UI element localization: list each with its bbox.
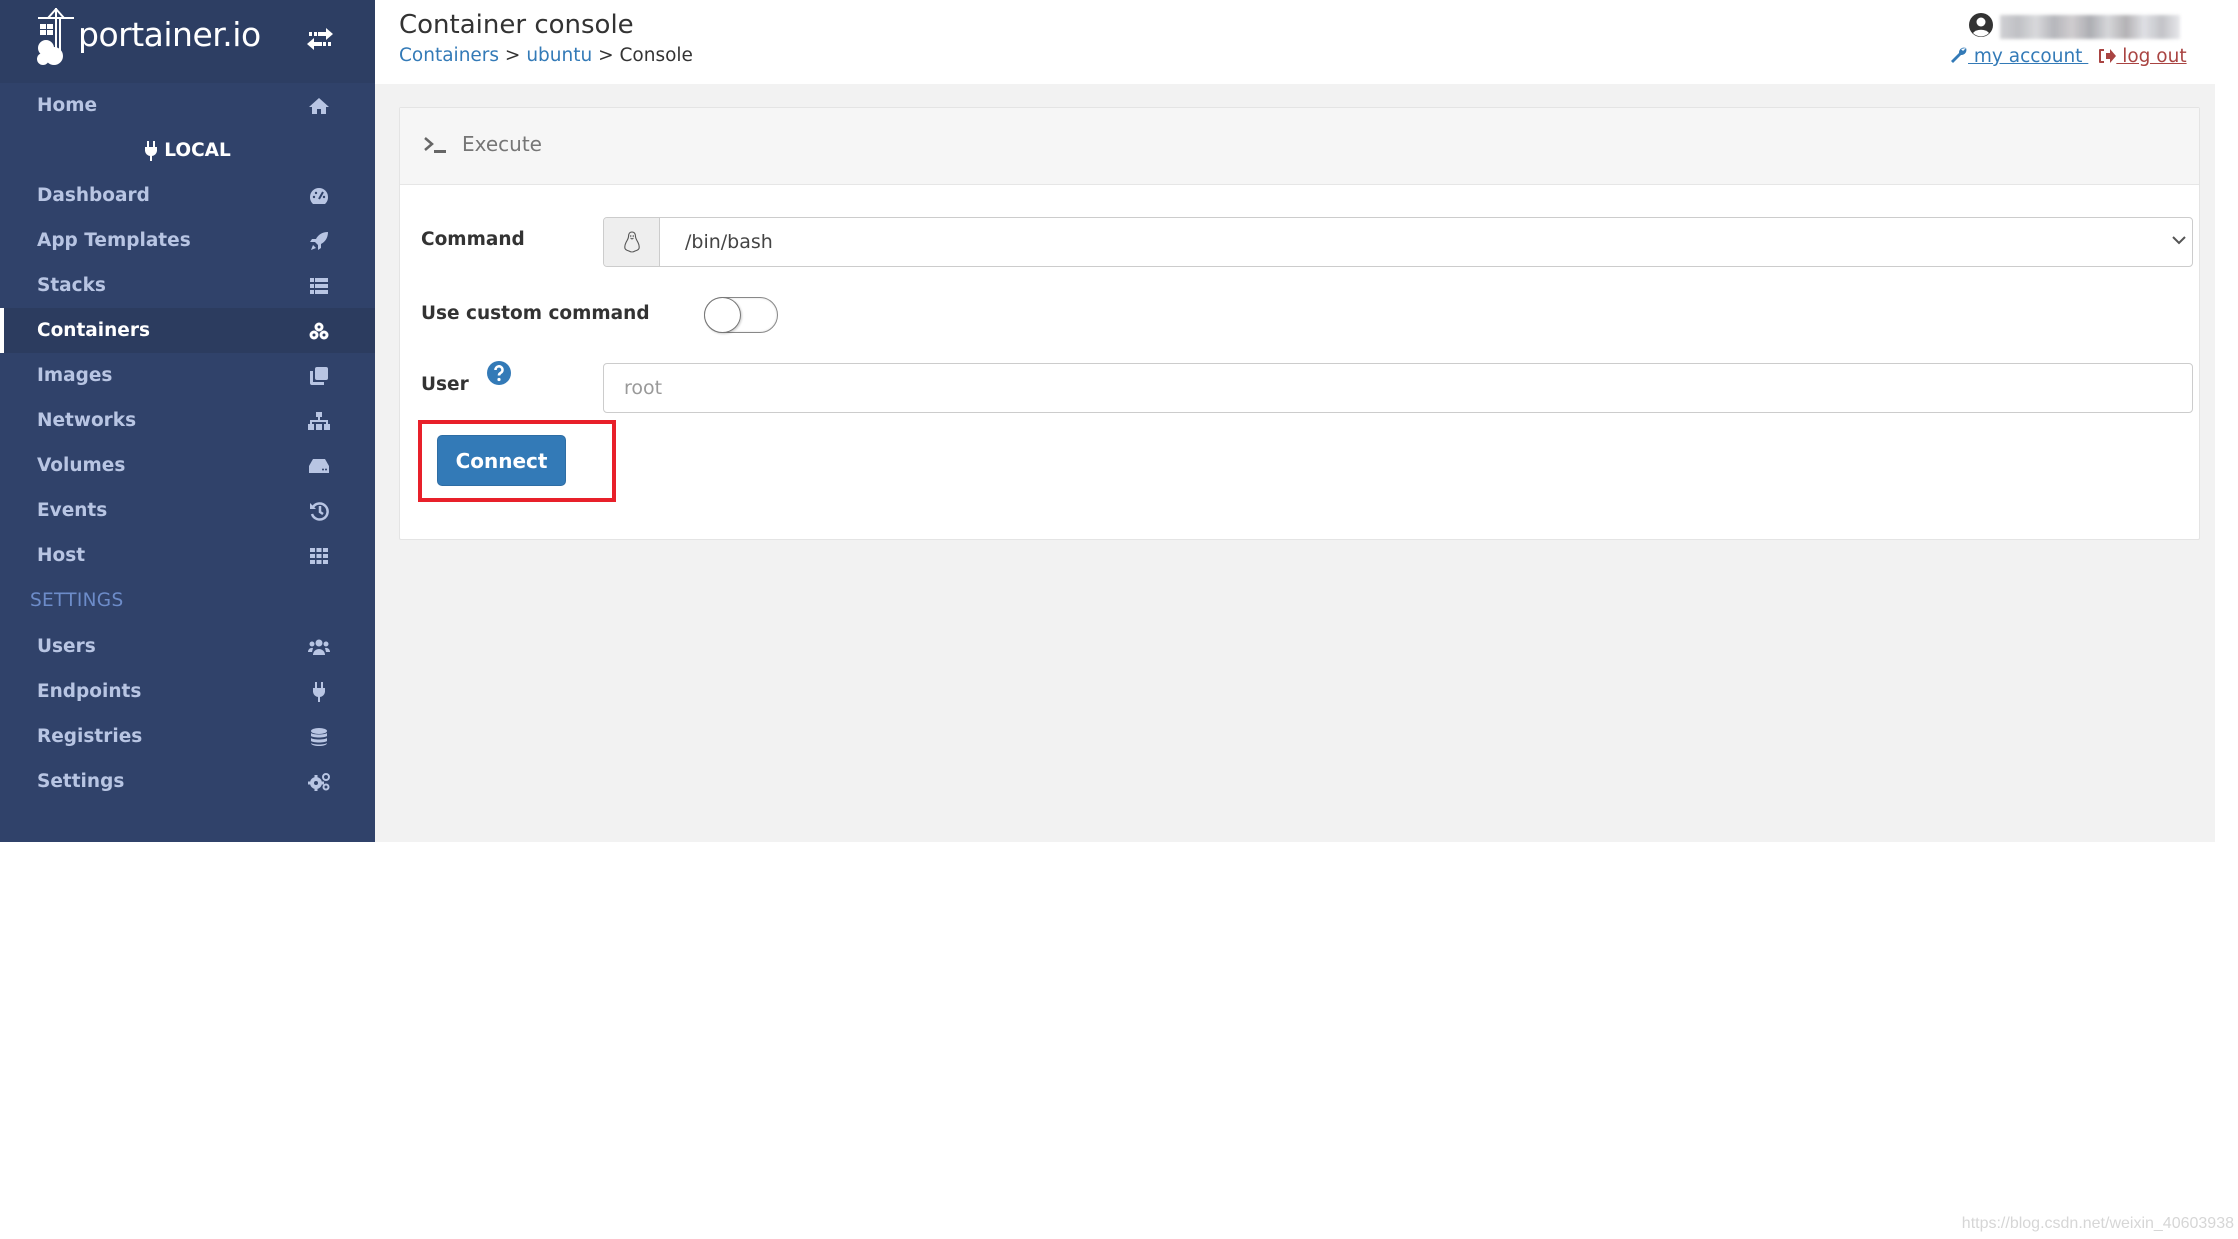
plug-icon (308, 681, 330, 703)
hdd-icon (308, 455, 330, 477)
users-icon (308, 636, 330, 658)
sidebar-item-events[interactable]: Events (0, 488, 375, 533)
clone-icon (308, 365, 330, 387)
sidebar-item-label: Users (37, 636, 96, 657)
question-circle-icon[interactable] (486, 360, 512, 386)
sidebar-item-label: Networks (37, 410, 137, 431)
portainer-crane-icon (37, 8, 74, 65)
sidebar-item-registries[interactable]: Registries (0, 714, 375, 759)
panel-title: Execute (462, 132, 542, 156)
terminal-icon (424, 137, 446, 153)
sidebar-item-users[interactable]: Users (0, 624, 375, 669)
wrench-icon (1951, 47, 1967, 63)
th-icon (308, 545, 330, 567)
sidebar-item-images[interactable]: Images (0, 353, 375, 398)
sidebar-item-label: Registries (37, 726, 143, 747)
user-block: my account log out (1950, 10, 2190, 76)
sidebar-item-label: App Templates (37, 230, 191, 251)
command-select-group: /bin/bash (603, 217, 2193, 267)
sidebar-item-home[interactable]: Home (0, 83, 375, 128)
command-select-value: /bin/bash (685, 231, 773, 253)
home-icon (308, 95, 330, 117)
sidebar-item-stacks[interactable]: Stacks (0, 263, 375, 308)
page-title: Container console (399, 10, 634, 40)
breadcrumb-separator: > (499, 45, 527, 66)
cubes-icon (308, 320, 330, 342)
breadcrumb: Containers > ubuntu > Console (399, 45, 693, 66)
sidebar: portainer.io Home LOCAL Dashboard App Te… (0, 0, 375, 842)
sidebar-item-label: Stacks (37, 275, 106, 296)
watermark: https://blog.csdn.net/weixin_40603938 (1961, 1215, 2234, 1232)
sidebar-item-volumes[interactable]: Volumes (0, 443, 375, 488)
sidebar-item-label: Endpoints (37, 681, 142, 702)
page-header: Container console Containers > ubuntu > … (375, 0, 2238, 84)
history-icon (308, 500, 330, 522)
sidebar-item-label: Settings (37, 771, 125, 792)
sidebar-item-label: Images (37, 365, 113, 386)
connect-button[interactable]: Connect (437, 435, 566, 486)
sign-out-icon (2099, 49, 2117, 63)
chevron-down-icon (2172, 236, 2186, 245)
main-content: Execute Command /bin/bash Use custom com… (375, 84, 2215, 842)
brand-name: portainer.io (78, 14, 261, 54)
breadcrumb-current: Console (619, 45, 693, 66)
log-out-link[interactable]: log out (2116, 46, 2186, 67)
sidebar-item-containers[interactable]: Containers (0, 308, 375, 353)
sidebar-item-networks[interactable]: Networks (0, 398, 375, 443)
sidebar-item-app-templates[interactable]: App Templates (0, 218, 375, 263)
toggle-knob (704, 297, 741, 333)
portainer-logo[interactable]: portainer.io (36, 4, 261, 70)
sidebar-item-endpoints[interactable]: Endpoints (0, 669, 375, 714)
execute-panel: Execute Command /bin/bash Use custom com… (399, 107, 2200, 540)
panel-heading: Execute (400, 108, 2199, 185)
endpoint-name: LOCAL (0, 128, 375, 173)
sidebar-item-label: Containers (37, 320, 150, 341)
breadcrumb-separator: > (592, 45, 620, 66)
endpoint-label: LOCAL (164, 140, 231, 161)
sidebar-item-label: Events (37, 500, 108, 521)
sidebar-item-dashboard[interactable]: Dashboard (0, 173, 375, 218)
tachometer-icon (308, 185, 330, 207)
sidebar-header: portainer.io (0, 0, 375, 83)
sidebar-item-host[interactable]: Host (0, 533, 375, 578)
sidebar-section-settings: SETTINGS (30, 590, 124, 611)
plug-icon (145, 140, 158, 161)
user-input[interactable] (603, 363, 2193, 413)
sidebar-item-label: Home (37, 95, 98, 116)
sidebar-item-label: Volumes (37, 455, 126, 476)
command-select[interactable]: /bin/bash (660, 218, 2192, 266)
sidebar-item-settings[interactable]: Settings (0, 759, 375, 804)
breadcrumb-containers-link[interactable]: Containers (399, 45, 499, 66)
custom-command-label: Use custom command (421, 303, 650, 324)
rocket-icon (308, 230, 330, 252)
user-label: User (421, 374, 469, 395)
linux-icon (604, 218, 660, 266)
sidebar-item-label: Host (37, 545, 86, 566)
user-links: my account log out (1950, 46, 2187, 67)
sidebar-item-label: Dashboard (37, 185, 150, 206)
sitemap-icon (308, 410, 330, 432)
th-list-icon (308, 275, 330, 297)
username-redacted (2000, 15, 2180, 39)
sidebar-toggle-exchange-icon[interactable] (305, 24, 335, 54)
breadcrumb-ubuntu-link[interactable]: ubuntu (526, 45, 592, 66)
database-icon (308, 726, 330, 748)
command-label: Command (421, 229, 525, 250)
my-account-link[interactable]: my account (1968, 46, 2088, 67)
custom-command-toggle[interactable] (704, 297, 778, 333)
cogs-icon (308, 771, 330, 793)
user-circle-icon (1969, 13, 1993, 37)
